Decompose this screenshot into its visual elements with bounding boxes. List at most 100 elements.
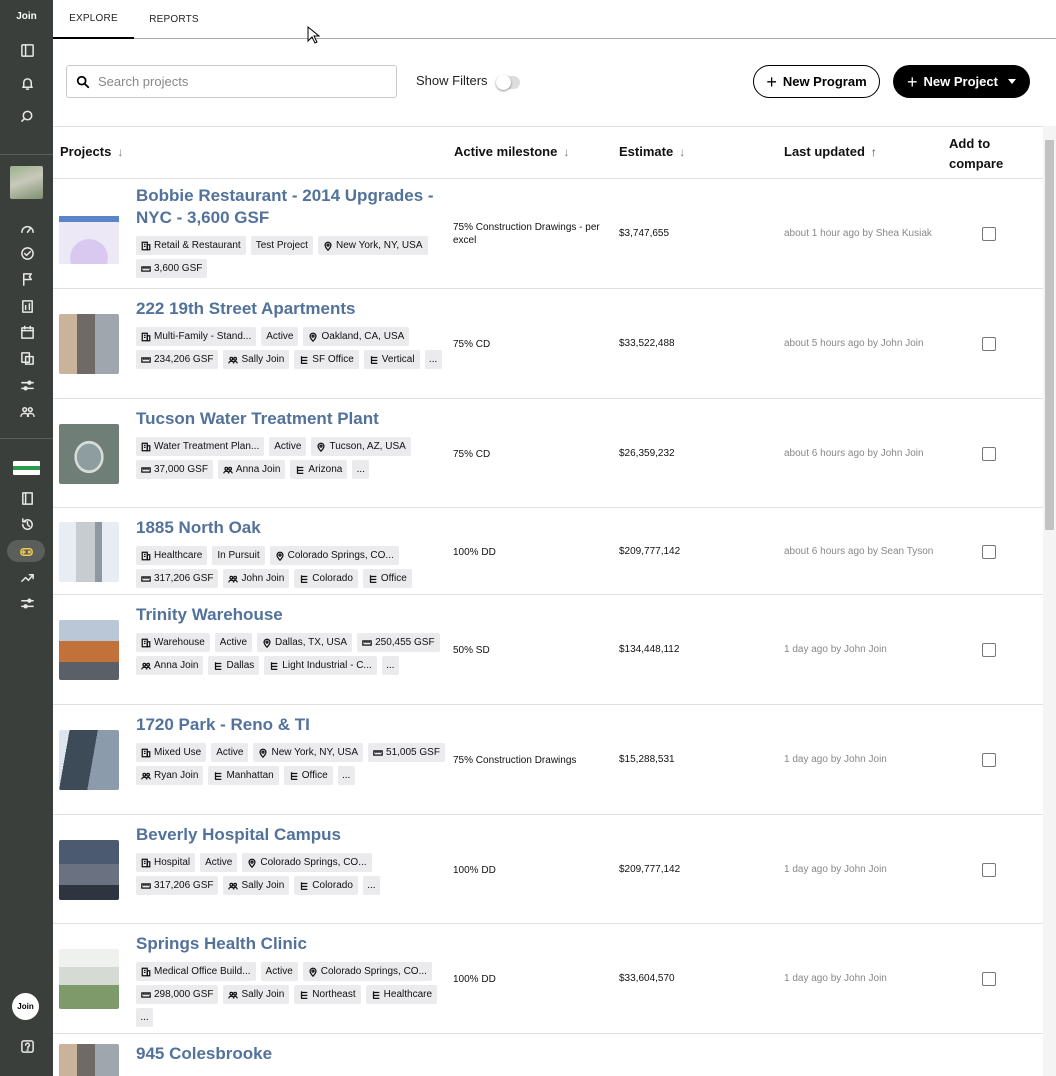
ruler-icon: [141, 466, 151, 473]
project-name-link[interactable]: 1720 Park - Reno & TI: [136, 714, 436, 736]
active-milestone: 75% Construction Drawings - per excel: [453, 222, 600, 246]
sidebar-toggle-icon[interactable]: [16, 39, 38, 61]
show-filters-label: Show Filters: [416, 73, 488, 88]
show-filters-toggle[interactable]: [496, 75, 520, 90]
column-header-milestone[interactable]: Active milestone ↓: [454, 144, 569, 159]
table-row[interactable]: 1720 Park - Reno & TI Mixed Use Active New …: [53, 705, 1043, 815]
sort-down-icon: ↓: [679, 144, 686, 159]
compare-checkbox[interactable]: [982, 753, 996, 767]
project-name-link[interactable]: 945 Colesbrooke: [136, 1043, 436, 1065]
column-header-estimate[interactable]: Estimate ↓: [619, 144, 685, 159]
project-thumbnail: [59, 314, 119, 374]
project-name-link[interactable]: Beverly Hospital Campus: [136, 824, 436, 846]
table-row[interactable]: Beverly Hospital Campus Hospital Active Col…: [53, 815, 1043, 924]
compare-checkbox[interactable]: [982, 446, 996, 461]
project-name-link[interactable]: Springs Health Clinic: [136, 933, 436, 955]
more-tags-button[interactable]: ...: [424, 350, 442, 369]
controller-icon[interactable]: [7, 540, 45, 562]
dashboard-icon[interactable]: [16, 217, 38, 239]
history-icon[interactable]: [16, 513, 38, 535]
project-tag: Ryan Join: [136, 766, 204, 785]
compare-checkbox[interactable]: [982, 227, 996, 241]
plus-icon: +: [907, 71, 918, 92]
project-thumbnail: [59, 423, 119, 484]
compare-checkbox[interactable]: [982, 643, 996, 657]
project-tag: Active: [200, 853, 238, 872]
search-icon[interactable]: [16, 105, 38, 127]
table-row[interactable]: Springs Health Clinic Medical Office Buil…: [53, 924, 1043, 1034]
more-tags-button[interactable]: ...: [362, 876, 380, 895]
check-circle-icon[interactable]: [16, 242, 38, 264]
project-tag: Sally Join: [223, 350, 290, 369]
tab-reports[interactable]: REPORTS: [134, 0, 214, 39]
project-name-link[interactable]: Tucson Water Treatment Plant: [136, 408, 436, 430]
report-icon[interactable]: [16, 295, 38, 317]
project-tag: 250,455 GSF: [357, 633, 440, 652]
tree-icon: [215, 661, 222, 670]
active-milestone: 100% DD: [453, 546, 496, 558]
compare-checkbox[interactable]: [982, 544, 996, 559]
project-tags: Medical Office Build... Active Colorado Sp…: [136, 962, 446, 1027]
help-icon[interactable]: [16, 1035, 38, 1057]
ruler-icon: [141, 882, 151, 889]
trend-icon[interactable]: [16, 566, 38, 588]
table-row[interactable]: 222 19th Street Apartments Multi-Family -…: [53, 289, 1043, 399]
project-tag: Warehouse: [136, 633, 210, 652]
calendar-icon[interactable]: [16, 321, 38, 343]
location-icon: [276, 551, 284, 561]
building-icon: [141, 638, 151, 647]
bell-icon[interactable]: [16, 72, 38, 94]
estimate-value: $209,777,142: [619, 863, 681, 875]
project-tag: Colorado Springs, CO...: [269, 546, 399, 565]
compare-checkbox[interactable]: [982, 972, 996, 986]
sliders-icon[interactable]: [16, 374, 38, 396]
new-program-button[interactable]: + New Program: [753, 65, 880, 98]
table-row[interactable]: 1885 North Oak Healthcare In Pursuit Colora…: [53, 508, 1043, 595]
ruler-icon: [362, 639, 372, 646]
location-icon: [324, 241, 332, 251]
caret-down-icon[interactable]: [1007, 79, 1016, 84]
compare-checkbox[interactable]: [982, 862, 996, 877]
table-row[interactable]: 945 Colesbrooke: [53, 1034, 1043, 1076]
sort-down-icon: ↓: [563, 144, 570, 159]
column-header-projects[interactable]: Projects ↓: [60, 144, 123, 159]
plus-icon: +: [766, 71, 777, 92]
document-icon[interactable]: [16, 347, 38, 369]
table-row[interactable]: Tucson Water Treatment Plant Water Treatm…: [53, 399, 1043, 508]
more-tags-button[interactable]: ...: [136, 1008, 153, 1027]
company-logo[interactable]: [13, 461, 40, 475]
compare-checkbox[interactable]: [982, 337, 996, 351]
project-tag: Water Treatment Plan...: [136, 437, 265, 456]
location-icon: [263, 638, 271, 648]
avatar[interactable]: Join: [12, 993, 39, 1020]
scrollbar-thumb[interactable]: [1045, 140, 1054, 530]
flag-icon[interactable]: [16, 268, 38, 290]
project-name-link[interactable]: Trinity Warehouse: [136, 604, 436, 626]
project-tags: Multi-Family - Stand... Active Oakland, CA…: [136, 327, 446, 369]
building-icon: [141, 332, 151, 341]
search-input[interactable]: [98, 74, 388, 89]
settings-sliders-icon[interactable]: [16, 592, 38, 614]
team-icon[interactable]: [16, 400, 38, 422]
project-tag: Northeast: [294, 985, 361, 1004]
column-header-last-updated[interactable]: Last updated ↑: [784, 144, 877, 159]
table-row[interactable]: Trinity Warehouse Warehouse Active Dallas, …: [53, 595, 1043, 705]
more-tags-button[interactable]: ...: [352, 460, 370, 479]
search-box[interactable]: [66, 65, 397, 98]
new-project-button[interactable]: + New Project: [893, 65, 1030, 98]
brand-logo[interactable]: Join: [0, 11, 53, 22]
tab-explore[interactable]: EXPLORE: [53, 0, 134, 39]
project-tag: Anna Join: [136, 656, 204, 675]
building-icon: [141, 858, 151, 867]
search-icon: [76, 75, 90, 88]
more-tags-button[interactable]: ...: [337, 766, 355, 785]
estimate-value: $33,604,570: [619, 973, 675, 984]
project-thumbnail[interactable]: [10, 166, 43, 199]
project-name-link[interactable]: 222 19th Street Apartments: [136, 298, 436, 320]
project-tag: Colorado: [294, 876, 358, 895]
book-icon[interactable]: [16, 487, 38, 509]
project-name-link[interactable]: Bobbie Restaurant - 2014 Upgrades - NYC …: [136, 185, 436, 229]
project-name-link[interactable]: 1885 North Oak: [136, 517, 436, 539]
table-row[interactable]: Bobbie Restaurant - 2014 Upgrades - NYC …: [53, 179, 1043, 289]
more-tags-button[interactable]: ...: [381, 656, 399, 675]
